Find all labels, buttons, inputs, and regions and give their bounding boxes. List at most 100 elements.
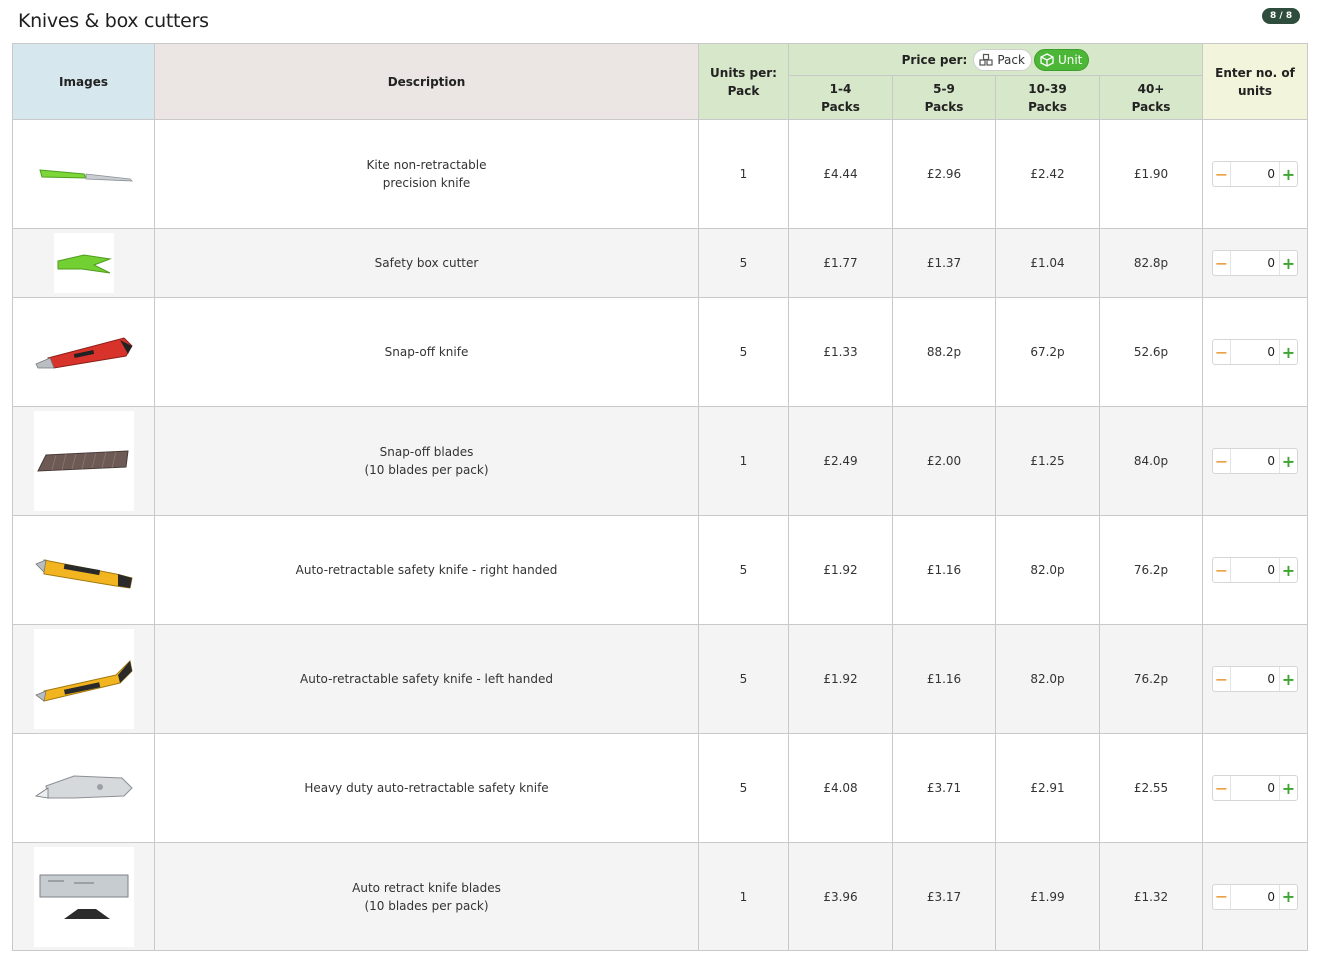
header-enter-line1: Enter no. of [1215,65,1295,80]
snap-off-knife-image[interactable] [33,302,134,402]
decrement-button[interactable]: − [1213,884,1231,909]
price-tier-4: 52.6p [1099,297,1203,407]
quantity-stepper: −+ [1212,250,1298,276]
box-icon [1040,52,1054,67]
product-description: Kite non-retractable precision knife [154,119,699,229]
count-badge: 8 / 8 [1262,8,1301,24]
snap-off-blade-image[interactable] [33,411,134,511]
quantity-input[interactable] [1231,558,1279,582]
knife-blades-icon [39,874,128,919]
box-cutter-image[interactable] [53,233,114,293]
heavy-duty-knife-image[interactable] [33,738,134,838]
price-tier-3: £2.91 [995,733,1100,843]
price-tier-2: £2.96 [892,119,996,229]
quantity-stepper: −+ [1212,448,1298,474]
product-description: Auto retract knife blades (10 blades per … [154,842,699,951]
quantity-cell: −+ [1202,733,1308,843]
units-per-pack: 5 [698,624,789,734]
price-tier-3: £2.42 [995,119,1100,229]
precision-knife-icon [38,169,133,182]
product-image-cell [12,515,155,625]
increment-button[interactable]: + [1279,162,1297,186]
table-row: Snap-off blades (10 blades per pack) 1 £2… [12,406,1308,516]
snap-off-blade-icon [36,450,129,472]
increment-button[interactable]: + [1279,776,1297,800]
safety-knife-left-icon [34,659,133,702]
desc-line2: (10 blades per pack) [364,898,489,913]
quantity-cell: −+ [1202,842,1308,951]
safety-knife-right-icon [34,559,133,589]
units-per-pack: 5 [698,228,789,298]
product-description: Heavy duty auto-retractable safety knife [154,733,699,843]
safety-knife-right-image[interactable] [33,520,134,620]
header-units-per-pack: Units per: Pack [698,43,789,120]
precision-knife-image[interactable] [33,124,134,224]
quantity-input[interactable] [1231,162,1279,186]
tier-line2: Packs [1028,99,1067,114]
tier-line1: 1-4 [829,81,852,96]
quantity-input[interactable] [1231,449,1279,473]
price-tier-3: £1.04 [995,228,1100,298]
increment-button[interactable]: + [1279,667,1297,691]
quantity-input[interactable] [1231,340,1279,364]
decrement-button[interactable]: − [1213,558,1231,582]
price-tier-4: 76.2p [1099,624,1203,734]
price-tier-3: £1.25 [995,406,1100,516]
page-header: Knives & box cutters 8 / 8 [0,0,1323,43]
price-tier-2: £3.17 [892,842,996,951]
price-tier-2: £2.00 [892,406,996,516]
price-tier-1: £1.33 [788,297,893,407]
decrement-button[interactable]: − [1213,340,1231,364]
quantity-stepper: −+ [1212,775,1298,801]
decrement-button[interactable]: − [1213,776,1231,800]
quantity-input[interactable] [1231,667,1279,691]
product-description: Auto-retractable safety knife - right ha… [154,515,699,625]
quantity-cell: −+ [1202,406,1308,516]
product-image-cell [12,624,155,734]
product-description: Snap-off knife [154,297,699,407]
tier-line2: Packs [1131,99,1171,114]
product-description: Snap-off blades (10 blades per pack) [154,406,699,516]
header-description: Description [154,43,699,120]
desc-line2: precision knife [382,176,471,190]
toggle-unit-label: Unit [1057,52,1083,67]
price-tier-1: £1.77 [788,228,893,298]
product-image-cell [12,842,155,951]
quantity-stepper: −+ [1212,883,1298,910]
increment-button[interactable]: + [1279,449,1297,473]
quantity-input[interactable] [1231,776,1279,800]
header-enter-units: Enter no. of units [1202,43,1308,120]
knife-blades-image[interactable] [33,846,134,947]
increment-button[interactable]: + [1279,340,1297,364]
header-units-line1: Units per: [710,65,777,80]
quantity-input[interactable] [1231,884,1279,909]
desc-line1: Auto-retractable safety knife - right ha… [295,563,558,577]
product-image-cell [12,406,155,516]
price-tier-4: £2.55 [1099,733,1203,843]
quantity-input[interactable] [1231,251,1279,275]
product-description: Auto-retractable safety knife - left han… [154,624,699,734]
quantity-stepper: −+ [1212,557,1298,583]
toggle-pack-button[interactable]: Pack [973,48,1032,71]
decrement-button[interactable]: − [1213,251,1231,275]
price-tier-1: £4.44 [788,119,893,229]
header-price-per: Price per: Pack Unit [788,43,1203,76]
increment-button[interactable]: + [1279,558,1297,582]
toggle-unit-button[interactable]: Unit [1033,48,1090,71]
header-tier-4: 40+ Packs [1099,75,1203,120]
decrement-button[interactable]: − [1213,667,1231,691]
increment-button[interactable]: + [1279,884,1297,909]
decrement-button[interactable]: − [1213,162,1231,186]
tier-line2: Packs [821,99,860,114]
decrement-button[interactable]: − [1213,449,1231,473]
table-row: Snap-off knife 5 £1.33 88.2p 67.2p 52.6p… [12,297,1308,407]
price-tier-1: £1.92 [788,515,893,625]
price-tier-3: 67.2p [995,297,1100,407]
price-tier-2: £3.71 [892,733,996,843]
price-tier-2: £1.16 [892,515,996,625]
units-per-pack: 1 [698,119,789,229]
increment-button[interactable]: + [1279,251,1297,275]
price-mode-toggle: Price per: Pack Unit [902,48,1090,71]
table-row: Auto retract knife blades (10 blades per … [12,842,1308,951]
safety-knife-left-image[interactable] [33,629,134,729]
